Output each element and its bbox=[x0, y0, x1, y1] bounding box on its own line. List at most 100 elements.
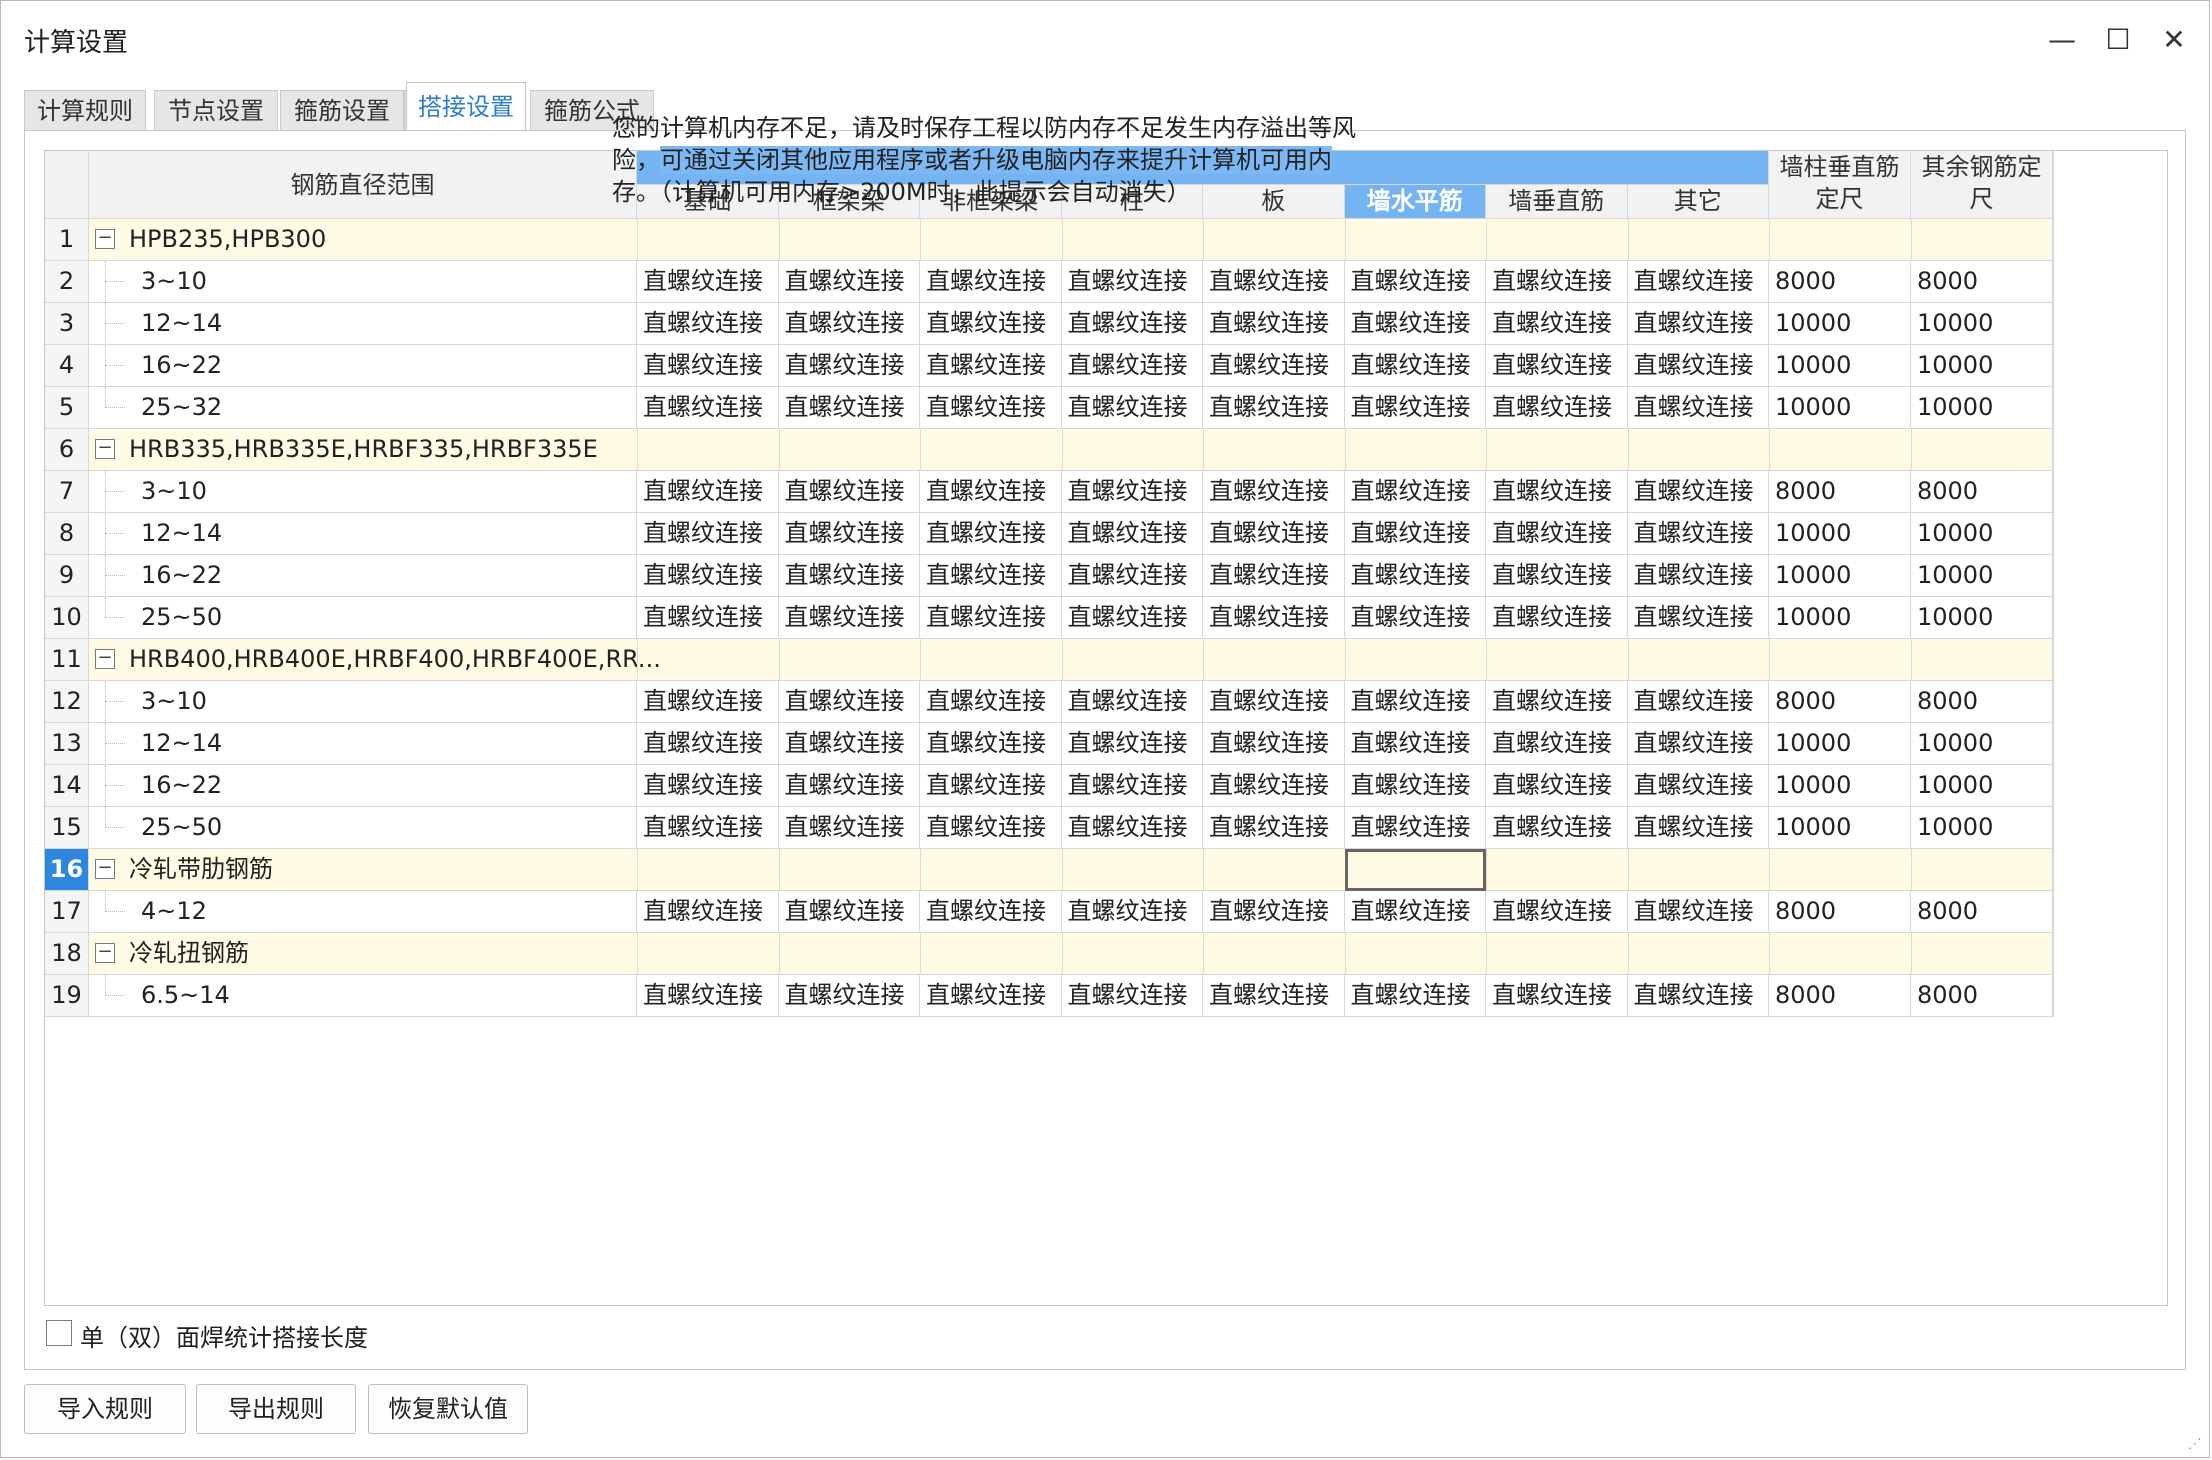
range-cell[interactable]: 3~10 bbox=[89, 261, 637, 303]
stock-length-wall-col[interactable]: 10000 bbox=[1769, 303, 1911, 345]
connection-cell[interactable]: 直螺纹连接 bbox=[1061, 261, 1203, 303]
connection-cell[interactable]: 直螺纹连接 bbox=[637, 303, 779, 345]
connection-cell[interactable]: 直螺纹连接 bbox=[778, 597, 920, 639]
connection-cell[interactable]: 直螺纹连接 bbox=[778, 681, 920, 723]
connection-cell[interactable]: 直螺纹连接 bbox=[778, 345, 920, 387]
connection-cell[interactable]: 直螺纹连接 bbox=[1344, 597, 1486, 639]
connection-cell[interactable]: 直螺纹连接 bbox=[920, 387, 1062, 429]
maximize-icon[interactable]: ☐ bbox=[2098, 20, 2138, 60]
row-number[interactable]: 14 bbox=[45, 765, 89, 807]
connection-cell[interactable]: 直螺纹连接 bbox=[1627, 765, 1769, 807]
import-rules-button[interactable]: 导入规则 bbox=[24, 1384, 186, 1434]
connection-cell[interactable]: 直螺纹连接 bbox=[1486, 807, 1628, 849]
export-rules-button[interactable]: 导出规则 bbox=[196, 1384, 356, 1434]
range-cell[interactable]: 25~50 bbox=[89, 807, 637, 849]
connection-cell[interactable]: 直螺纹连接 bbox=[920, 513, 1062, 555]
connection-cell[interactable]: 直螺纹连接 bbox=[1061, 891, 1203, 933]
range-cell[interactable]: 12~14 bbox=[89, 513, 637, 555]
row-number[interactable]: 5 bbox=[45, 387, 89, 429]
row-number[interactable]: 11 bbox=[45, 639, 89, 681]
connection-cell[interactable]: 直螺纹连接 bbox=[1203, 723, 1345, 765]
range-cell[interactable]: 12~14 bbox=[89, 723, 637, 765]
stock-length-other[interactable]: 10000 bbox=[1911, 387, 2053, 429]
connection-cell[interactable]: 直螺纹连接 bbox=[1486, 765, 1628, 807]
connection-cell[interactable]: 直螺纹连接 bbox=[920, 723, 1062, 765]
connection-cell[interactable]: 直螺纹连接 bbox=[1344, 723, 1486, 765]
range-cell[interactable]: 16~22 bbox=[89, 555, 637, 597]
range-cell[interactable]: 12~14 bbox=[89, 303, 637, 345]
connection-cell[interactable]: 直螺纹连接 bbox=[1627, 891, 1769, 933]
row-number[interactable]: 12 bbox=[45, 681, 89, 723]
connection-cell[interactable]: 直螺纹连接 bbox=[920, 975, 1062, 1017]
connection-cell[interactable]: 直螺纹连接 bbox=[1344, 975, 1486, 1017]
connection-cell[interactable]: 直螺纹连接 bbox=[1627, 303, 1769, 345]
connection-cell[interactable]: 直螺纹连接 bbox=[1061, 471, 1203, 513]
range-cell[interactable]: 16~22 bbox=[89, 765, 637, 807]
connection-cell[interactable]: 直螺纹连接 bbox=[1627, 387, 1769, 429]
connection-cell[interactable]: 直螺纹连接 bbox=[637, 681, 779, 723]
stock-length-other[interactable]: 8000 bbox=[1911, 681, 2053, 723]
row-number[interactable]: 15 bbox=[45, 807, 89, 849]
stock-length-wall-col[interactable]: 10000 bbox=[1769, 807, 1911, 849]
connection-cell[interactable]: 直螺纹连接 bbox=[1344, 765, 1486, 807]
stock-length-wall-col[interactable]: 10000 bbox=[1769, 765, 1911, 807]
connection-cell[interactable]: 直螺纹连接 bbox=[1486, 387, 1628, 429]
connection-cell[interactable]: 直螺纹连接 bbox=[1627, 723, 1769, 765]
row-number[interactable]: 13 bbox=[45, 723, 89, 765]
row-number[interactable]: 8 bbox=[45, 513, 89, 555]
stock-length-wall-col[interactable]: 8000 bbox=[1769, 471, 1911, 513]
row-number[interactable]: 17 bbox=[45, 891, 89, 933]
stock-length-other[interactable]: 10000 bbox=[1911, 807, 2053, 849]
connection-cell[interactable]: 直螺纹连接 bbox=[778, 807, 920, 849]
weld-checkbox-label[interactable]: 单（双）面焊统计搭接长度 bbox=[80, 1318, 368, 1353]
stock-length-wall-col[interactable]: 10000 bbox=[1769, 555, 1911, 597]
connection-cell[interactable]: 直螺纹连接 bbox=[637, 555, 779, 597]
range-cell[interactable]: 25~32 bbox=[89, 387, 637, 429]
selected-cell[interactable] bbox=[1344, 849, 1486, 891]
group-row[interactable]: − HRB400,HRB400E,HRBF400,HRBF400E,RR... bbox=[89, 639, 2053, 681]
connection-cell[interactable]: 直螺纹连接 bbox=[637, 345, 779, 387]
range-cell[interactable]: 3~10 bbox=[89, 681, 637, 723]
connection-cell[interactable]: 直螺纹连接 bbox=[637, 723, 779, 765]
connection-cell[interactable]: 直螺纹连接 bbox=[1344, 513, 1486, 555]
tab-calc-rules[interactable]: 计算规则 bbox=[24, 90, 146, 130]
stock-length-wall-col[interactable]: 8000 bbox=[1769, 975, 1911, 1017]
connection-cell[interactable]: 直螺纹连接 bbox=[1344, 891, 1486, 933]
connection-cell[interactable]: 直螺纹连接 bbox=[1486, 555, 1628, 597]
connection-cell[interactable]: 直螺纹连接 bbox=[920, 891, 1062, 933]
connection-cell[interactable]: 直螺纹连接 bbox=[1203, 891, 1345, 933]
group-row[interactable]: − 冷轧带肋钢筋 bbox=[89, 849, 2053, 891]
connection-cell[interactable]: 直螺纹连接 bbox=[637, 975, 779, 1017]
connection-cell[interactable]: 直螺纹连接 bbox=[778, 975, 920, 1017]
connection-cell[interactable]: 直螺纹连接 bbox=[1203, 765, 1345, 807]
connection-cell[interactable]: 直螺纹连接 bbox=[637, 387, 779, 429]
connection-cell[interactable]: 直螺纹连接 bbox=[1344, 555, 1486, 597]
connection-cell[interactable]: 直螺纹连接 bbox=[1486, 345, 1628, 387]
connection-cell[interactable]: 直螺纹连接 bbox=[778, 471, 920, 513]
connection-cell[interactable]: 直螺纹连接 bbox=[1344, 471, 1486, 513]
connection-cell[interactable]: 直螺纹连接 bbox=[778, 723, 920, 765]
collapse-icon[interactable]: − bbox=[95, 943, 115, 963]
connection-cell[interactable]: 直螺纹连接 bbox=[1486, 891, 1628, 933]
connection-cell[interactable]: 直螺纹连接 bbox=[920, 807, 1062, 849]
connection-cell[interactable]: 直螺纹连接 bbox=[1203, 345, 1345, 387]
connection-cell[interactable]: 直螺纹连接 bbox=[1486, 597, 1628, 639]
connection-cell[interactable]: 直螺纹连接 bbox=[1061, 765, 1203, 807]
row-number[interactable]: 1 bbox=[45, 219, 89, 261]
stock-length-other[interactable]: 8000 bbox=[1911, 975, 2053, 1017]
connection-cell[interactable]: 直螺纹连接 bbox=[1486, 513, 1628, 555]
connection-cell[interactable]: 直螺纹连接 bbox=[1061, 723, 1203, 765]
restore-defaults-button[interactable]: 恢复默认值 bbox=[368, 1384, 528, 1434]
stock-length-wall-col[interactable]: 10000 bbox=[1769, 513, 1911, 555]
tab-lap-settings-active[interactable]: 搭接设置 bbox=[406, 82, 526, 132]
connection-cell[interactable]: 直螺纹连接 bbox=[1627, 555, 1769, 597]
connection-cell[interactable]: 直螺纹连接 bbox=[778, 555, 920, 597]
row-number[interactable]: 18 bbox=[45, 933, 89, 975]
connection-cell[interactable]: 直螺纹连接 bbox=[1627, 597, 1769, 639]
connection-cell[interactable]: 直螺纹连接 bbox=[637, 597, 779, 639]
connection-cell[interactable]: 直螺纹连接 bbox=[1203, 261, 1345, 303]
connection-cell[interactable]: 直螺纹连接 bbox=[1344, 681, 1486, 723]
group-row[interactable]: − HRB335,HRB335E,HRBF335,HRBF335E bbox=[89, 429, 2053, 471]
group-row[interactable]: − HPB235,HPB300 bbox=[89, 219, 2053, 261]
connection-cell[interactable]: 直螺纹连接 bbox=[1061, 345, 1203, 387]
